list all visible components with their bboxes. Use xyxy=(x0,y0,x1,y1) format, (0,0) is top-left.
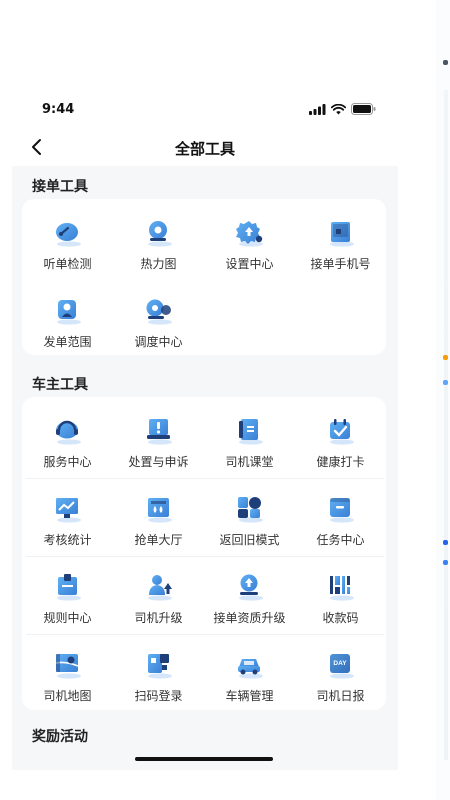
tool-item[interactable]: 调度中心 xyxy=(113,287,204,357)
battery-icon xyxy=(351,103,376,115)
headset-icon xyxy=(51,415,83,445)
tool-item[interactable]: 扫码登录 xyxy=(113,641,204,711)
tool-item[interactable]: 司机课堂 xyxy=(204,407,295,477)
tool-item[interactable]: 返回旧模式 xyxy=(204,485,295,555)
section-title: 接单工具 xyxy=(32,179,88,195)
status-icons xyxy=(309,103,376,115)
page-title: 全部工具 xyxy=(174,140,235,158)
adjacent-screen-marker xyxy=(443,355,448,360)
location-pin-icon xyxy=(142,217,174,247)
tool-label: 抢单大厅 xyxy=(134,533,183,547)
tool-item[interactable]: 任务中心 xyxy=(295,485,386,555)
nav-bar: 全部工具 xyxy=(12,130,398,166)
tool-item[interactable]: 车辆管理 xyxy=(204,641,295,711)
upgrade-icon xyxy=(142,571,174,601)
qualification-icon xyxy=(233,571,265,601)
trend-chart-icon xyxy=(51,493,83,523)
home-indicator[interactable] xyxy=(135,757,273,761)
tool-label: 服务中心 xyxy=(43,455,92,469)
tool-label: 热力图 xyxy=(140,257,177,271)
status-bar: 9:44 xyxy=(12,90,398,130)
section-title: 车主工具 xyxy=(32,377,88,393)
tool-label: 听单检测 xyxy=(43,257,92,271)
adjacent-screen-strip xyxy=(444,90,448,760)
scan-login-icon xyxy=(142,649,174,679)
task-icon xyxy=(324,493,356,523)
tool-item[interactable]: 热力图 xyxy=(113,209,204,279)
tool-label: 健康打卡 xyxy=(316,455,365,469)
tool-label: 发单范围 xyxy=(43,335,92,349)
adjacent-screen-marker xyxy=(443,380,448,385)
tool-label: 接单资质升级 xyxy=(213,611,286,625)
tool-item[interactable]: 司机地图 xyxy=(22,641,113,711)
tool-label: 考核统计 xyxy=(43,533,92,547)
tool-item[interactable]: 收款码 xyxy=(295,563,386,633)
signal-icon xyxy=(309,103,326,115)
adjacent-screen-edge xyxy=(436,0,450,800)
status-time: 9:44 xyxy=(42,102,75,117)
tool-item[interactable]: 发单范围 xyxy=(22,287,113,357)
tool-item[interactable]: 服务中心 xyxy=(22,407,113,477)
tool-item[interactable]: 处置与申诉 xyxy=(113,407,204,477)
alert-icon xyxy=(142,415,174,445)
phone-book-icon xyxy=(324,217,356,247)
area-pin-icon xyxy=(51,295,83,325)
tool-label: 扫码登录 xyxy=(134,689,183,703)
tool-item[interactable]: DAY 司机日报 xyxy=(295,641,386,711)
tool-label: 调度中心 xyxy=(134,335,183,349)
tool-item[interactable]: 考核统计 xyxy=(22,485,113,555)
tool-item[interactable]: 健康打卡 xyxy=(295,407,386,477)
map-icon xyxy=(51,649,83,679)
tool-item[interactable]: 规则中心 xyxy=(22,563,113,633)
book-icon xyxy=(233,415,265,445)
phone-screen: 9:44 全部工具 接单工具 车主工具 奖励活动 听单检测 热力图 设置中心 接… xyxy=(12,90,398,770)
tool-item[interactable]: 接单手机号 xyxy=(295,209,386,279)
tool-label: 返回旧模式 xyxy=(219,533,280,547)
adjacent-screen-marker xyxy=(443,560,448,565)
tool-label: 司机升级 xyxy=(134,611,183,625)
tool-label: 司机日报 xyxy=(316,689,365,703)
tool-item[interactable]: 设置中心 xyxy=(204,209,295,279)
gear-icon xyxy=(233,217,265,247)
switch-mode-icon xyxy=(233,493,265,523)
section-title: 奖励活动 xyxy=(32,729,88,745)
tool-label: 司机课堂 xyxy=(225,455,274,469)
tool-label: 接单手机号 xyxy=(310,257,371,271)
tool-item[interactable]: 司机升级 xyxy=(113,563,204,633)
tool-item[interactable]: 抢单大厅 xyxy=(113,485,204,555)
tool-label: 司机地图 xyxy=(43,689,92,703)
row-divider xyxy=(26,634,384,635)
tool-item[interactable]: 听单检测 xyxy=(22,209,113,279)
wifi-icon xyxy=(331,103,346,114)
tool-label: 规则中心 xyxy=(43,611,92,625)
tool-label: 处置与申诉 xyxy=(128,455,189,469)
qr-code-icon xyxy=(324,571,356,601)
daily-report-icon: DAY xyxy=(324,649,356,679)
row-divider xyxy=(26,478,384,479)
svg-text:DAY: DAY xyxy=(333,660,347,667)
tool-label: 收款码 xyxy=(322,611,359,625)
rules-icon xyxy=(51,571,83,601)
tool-label: 任务中心 xyxy=(316,533,365,547)
dispatch-icon xyxy=(142,295,174,325)
tool-label: 设置中心 xyxy=(225,257,274,271)
grab-order-icon xyxy=(142,493,174,523)
adjacent-screen-marker xyxy=(443,540,448,545)
adjacent-screen-marker xyxy=(443,60,448,65)
calendar-check-icon xyxy=(324,415,356,445)
row-divider xyxy=(26,556,384,557)
car-icon xyxy=(233,649,265,679)
tool-item[interactable]: 接单资质升级 xyxy=(204,563,295,633)
tool-label: 车辆管理 xyxy=(225,689,274,703)
gauge-icon xyxy=(51,217,83,247)
